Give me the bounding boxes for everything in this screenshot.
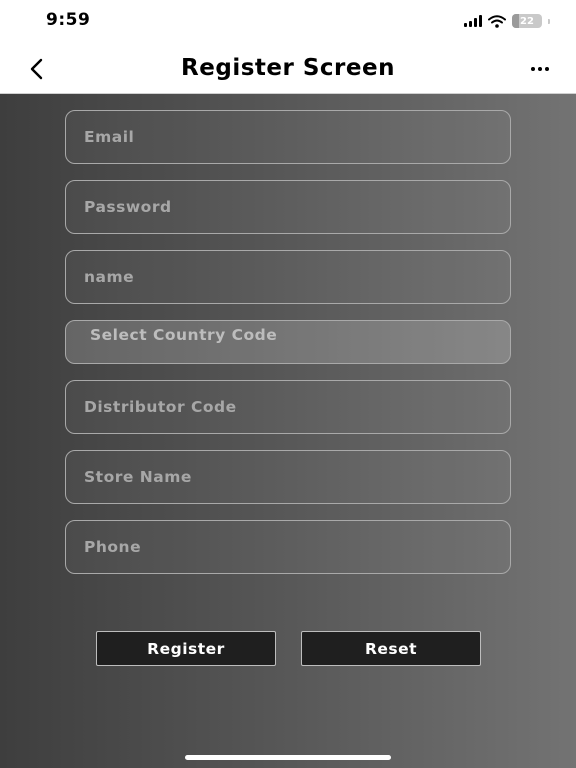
more-dot-icon [531,67,535,71]
status-bar: 9:59 22 [0,0,576,44]
phone-field[interactable] [65,520,511,574]
page-title: Register Screen [181,55,395,81]
status-time: 9:59 [46,10,91,30]
more-options-button[interactable] [526,64,554,74]
country-code-select[interactable]: Select Country Code [65,320,511,364]
reset-button[interactable]: Reset [301,631,481,666]
name-input[interactable] [84,251,510,303]
register-button[interactable]: Register [96,631,276,666]
battery-cap [548,18,550,24]
more-dot-icon [545,67,549,71]
distributor-code-input[interactable] [84,381,510,433]
status-icons: 22 [464,13,550,29]
home-indicator[interactable] [185,755,391,760]
navigation-bar: Register Screen [0,44,576,94]
email-input[interactable] [84,111,510,163]
phone-input[interactable] [84,521,510,573]
battery-level [512,14,519,28]
password-field[interactable] [65,180,511,234]
cellular-signal-icon [464,15,482,27]
battery-percentage: 22 [520,15,534,27]
distributor-code-field[interactable] [65,380,511,434]
name-field[interactable] [65,250,511,304]
store-name-field[interactable] [65,450,511,504]
country-code-label: Select Country Code [90,326,278,344]
battery-icon: 22 [512,14,542,28]
email-field[interactable] [65,110,511,164]
store-name-input[interactable] [84,451,510,503]
wifi-icon [488,14,506,28]
more-dot-icon [538,67,542,71]
password-input[interactable] [84,181,510,233]
register-screen: 9:59 22 Register Screen Email name Selec… [0,0,576,768]
